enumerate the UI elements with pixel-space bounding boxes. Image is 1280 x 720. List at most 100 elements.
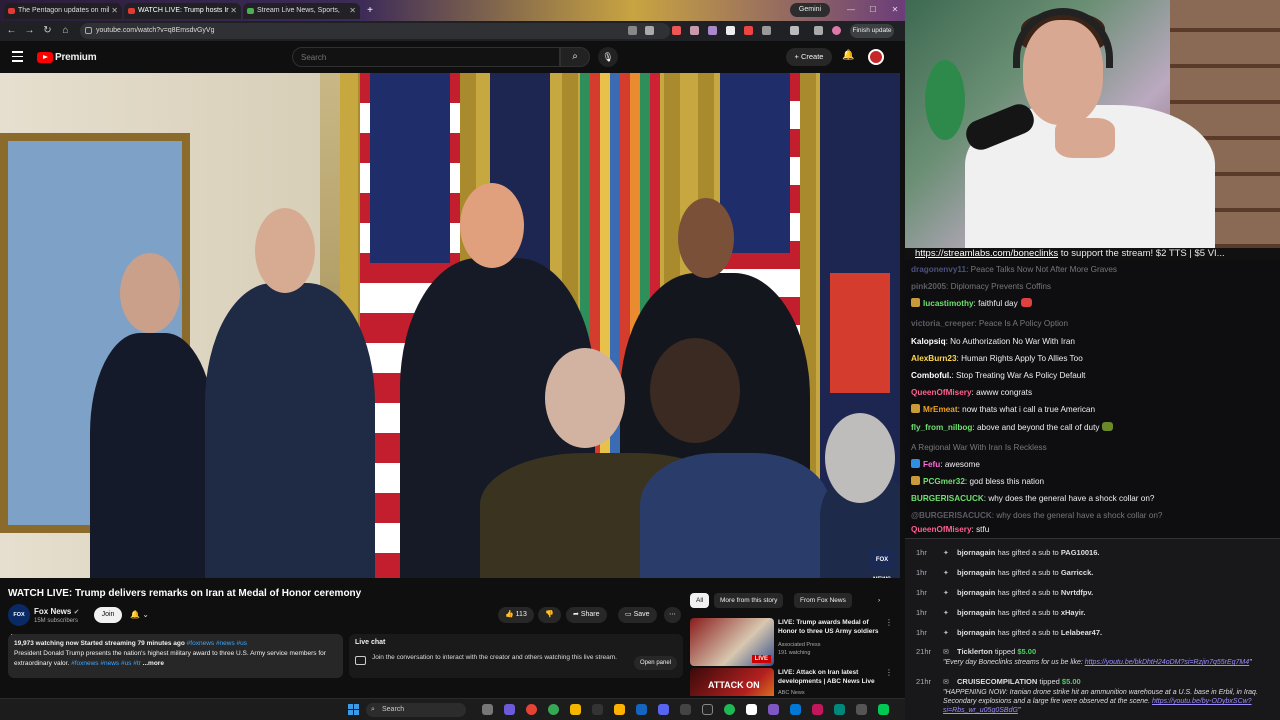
app-icon[interactable] — [636, 704, 647, 715]
extension-icon[interactable] — [672, 26, 681, 35]
tip-user[interactable]: Ticklerton — [957, 647, 993, 656]
new-tab-button[interactable]: + — [363, 3, 377, 19]
extension-icon[interactable] — [744, 26, 753, 35]
chat-username[interactable]: lucastimothy — [923, 299, 974, 308]
cast-icon[interactable] — [628, 26, 637, 35]
chat-username[interactable]: victoria_creeper — [911, 319, 974, 328]
event-target[interactable]: Nvrtdfpv. — [1061, 588, 1093, 597]
chat-username[interactable]: fly_from_nilbog — [911, 423, 972, 432]
edge-icon[interactable] — [790, 704, 801, 715]
channel-name[interactable]: Fox News ✔ — [34, 607, 79, 616]
chip-all[interactable]: All — [690, 593, 710, 608]
description-hashtags[interactable]: #foxnews #news #us — [187, 640, 247, 647]
reload-icon[interactable]: ↻ — [41, 24, 54, 37]
back-icon[interactable]: ← — [5, 24, 18, 37]
home-icon[interactable]: ⌂ — [59, 24, 72, 37]
streamlabs-link[interactable]: https://streamlabs.com/boneclinks — [915, 248, 1058, 259]
chat-username[interactable]: Kalopsiq — [911, 337, 946, 346]
more-actions-icon[interactable]: ⋯ — [664, 607, 681, 623]
related-video[interactable]: LIVE LIVE: Trump awards Medal of Honor t… — [690, 618, 895, 666]
chat-username[interactable]: Comboful. — [911, 371, 951, 380]
sidebar-icon[interactable] — [790, 26, 799, 35]
gemini-button[interactable]: Gemini — [790, 3, 830, 17]
browser-tab[interactable]: Stream Live News, Sports, ✕ — [243, 3, 360, 19]
maximize-icon[interactable]: ☐ — [866, 4, 880, 16]
forward-icon[interactable]: → — [23, 24, 36, 37]
tip-link[interactable]: https://youtu.be/by-ODybxSCw? — [1152, 698, 1252, 705]
extension-icon[interactable] — [690, 26, 699, 35]
chat-username[interactable]: dragonenvy11 — [911, 265, 966, 274]
chat-username[interactable]: Fefu — [923, 460, 940, 469]
dislike-button[interactable]: 👎 — [538, 607, 561, 623]
more-options-icon[interactable]: ⋮ — [885, 618, 893, 627]
chat-username[interactable]: QueenOfMisery — [911, 388, 972, 397]
related-video[interactable]: ATTACK ON LIVE: Attack on Iran latest de… — [690, 668, 895, 696]
tip-user[interactable]: CRUISECOMPILATION — [957, 677, 1037, 686]
browser-tab[interactable]: The Pentagon updates on mil ✕ — [4, 3, 122, 19]
avatar[interactable] — [832, 26, 841, 35]
more-options-icon[interactable]: ⋮ — [885, 668, 893, 677]
notion-icon[interactable] — [746, 704, 757, 715]
task-view-icon[interactable] — [482, 704, 493, 715]
finish-update-button[interactable]: Finish update — [850, 24, 894, 38]
description-box[interactable]: 19,973 watching now Started streaming 79… — [8, 634, 343, 678]
chat-username[interactable]: BURGERISACUCK — [911, 494, 984, 503]
event-target[interactable]: Garricck. — [1061, 568, 1094, 577]
description-tags[interactable]: #foxnews #news #us #tr — [71, 660, 141, 667]
app-icon[interactable] — [570, 704, 581, 715]
account-avatar[interactable] — [868, 49, 884, 65]
event-target[interactable]: xHayir. — [1061, 608, 1086, 617]
terminal-icon[interactable] — [592, 704, 603, 715]
subscribe-bell-button[interactable]: 🔔 ⌄ — [130, 607, 158, 623]
event-user[interactable]: bjornagain — [957, 548, 995, 557]
more-link[interactable]: ...more — [143, 660, 164, 667]
app-icon[interactable] — [812, 704, 823, 715]
notifications-bell-icon[interactable]: 🔔 — [842, 50, 854, 61]
discord-icon[interactable] — [658, 704, 669, 715]
close-tab-icon[interactable]: ✕ — [111, 3, 118, 19]
browser-tab-active[interactable]: WATCH LIVE: Trump hosts Ir ✕ — [124, 3, 241, 19]
chat-username[interactable]: MrEmeat — [923, 405, 958, 414]
profile-icon[interactable] — [814, 26, 823, 35]
event-user[interactable]: bjornagain — [957, 608, 995, 617]
app-icon[interactable] — [834, 704, 845, 715]
app-icon[interactable] — [680, 704, 691, 715]
chrome-icon[interactable] — [548, 704, 559, 715]
obs-icon[interactable] — [702, 704, 713, 715]
file-explorer-icon[interactable] — [614, 704, 625, 715]
chat-username[interactable]: AlexBurn23 — [911, 354, 957, 363]
app-icon[interactable] — [768, 704, 779, 715]
event-user[interactable]: bjornagain — [957, 588, 995, 597]
app-icon[interactable] — [878, 704, 889, 715]
extension-icon[interactable] — [726, 26, 735, 35]
chat-username[interactable]: QueenOfMisery — [911, 525, 972, 534]
search-icon[interactable]: ⌕ — [560, 47, 590, 67]
search-input[interactable] — [292, 47, 560, 67]
menu-icon[interactable] — [12, 51, 23, 62]
event-target[interactable]: Lelabear47. — [1061, 628, 1102, 637]
event-target[interactable]: PAG10016. — [1061, 548, 1100, 557]
save-button[interactable]: ▭ Save — [618, 607, 657, 623]
windows-start-icon[interactable] — [348, 704, 359, 715]
youtube-logo[interactable]: Premium — [37, 50, 97, 64]
like-button[interactable]: 👍 113 — [498, 607, 534, 623]
extensions-puzzle-icon[interactable] — [762, 26, 771, 35]
chat-username[interactable]: PCGmer32 — [923, 477, 965, 486]
tip-link[interactable]: https://youtu.be/bkDhtH24oDM?si=Rzjin7q5… — [1085, 659, 1249, 666]
create-button[interactable]: + Create — [786, 48, 832, 66]
open-panel-button[interactable]: Open panel — [633, 656, 677, 670]
event-user[interactable]: bjornagain — [957, 568, 995, 577]
close-tab-icon[interactable]: ✕ — [349, 3, 356, 19]
site-info-icon[interactable] — [85, 27, 92, 34]
extension-icon[interactable] — [708, 26, 717, 35]
join-button[interactable]: Join — [94, 607, 122, 623]
chip-more-from-story[interactable]: More from this story — [714, 593, 784, 608]
share-button[interactable]: ➦ Share — [566, 607, 607, 623]
chat-username[interactable]: pink2005 — [911, 282, 946, 291]
minimize-icon[interactable]: — — [844, 4, 858, 16]
bookmark-star-icon[interactable] — [645, 26, 654, 35]
app-icon[interactable] — [856, 704, 867, 715]
chevron-right-icon[interactable]: › — [872, 593, 886, 608]
chat-username[interactable]: @BURGERISACUCK — [911, 511, 992, 520]
app-icon[interactable] — [504, 704, 515, 715]
